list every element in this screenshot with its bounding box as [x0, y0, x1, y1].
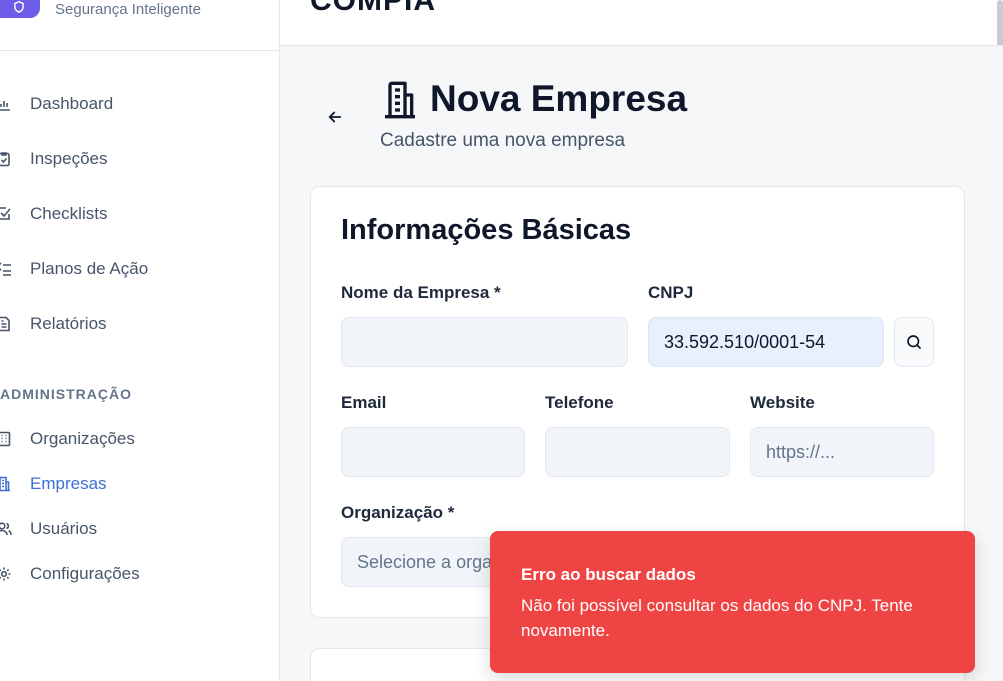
bar-chart-icon — [0, 101, 10, 111]
organization-label: Organização * — [341, 503, 455, 522]
sidebar-item-label: Configurações — [30, 564, 140, 583]
gear-icon — [0, 567, 11, 581]
sidebar-item-checklists[interactable]: Checklists — [0, 199, 279, 229]
section-title: Informações Básicas — [341, 214, 632, 246]
sidebar-item-organizacoes[interactable]: Organizações — [0, 424, 279, 454]
app-title: COMPIA — [310, 0, 436, 17]
back-button[interactable] — [322, 104, 348, 130]
cnpj-input[interactable]: 33.592.510/0001-54 — [648, 317, 884, 367]
brand: Segurança Inteligente — [0, 0, 279, 51]
company-name-input[interactable] — [341, 317, 628, 367]
company-name-label: Nome da Empresa * — [341, 283, 501, 302]
sidebar-item-configuracoes[interactable]: Configurações — [0, 559, 279, 589]
search-icon — [907, 335, 921, 349]
sidebar-item-label: Inspeções — [30, 149, 108, 168]
phone-label: Telefone — [545, 393, 614, 412]
users-icon — [0, 522, 12, 536]
cnpj-label: CNPJ — [648, 283, 694, 302]
sidebar-item-label: Organizações — [30, 429, 135, 448]
sidebar-item-usuarios[interactable]: Usuários — [0, 514, 279, 544]
phone-field[interactable] — [545, 427, 730, 477]
sidebar-item-label: Planos de Ação — [30, 259, 149, 278]
website-label: Website — [750, 393, 815, 412]
email-field[interactable] — [341, 427, 525, 477]
building-2-icon — [0, 476, 10, 492]
cnpj-search-button[interactable] — [894, 317, 934, 367]
toast-message: Não foi possível consultar os dados do C… — [521, 596, 913, 640]
sidebar-item-planos[interactable]: Planos de Ação — [0, 254, 279, 284]
square-check-icon — [0, 207, 11, 220]
page-scrollbar[interactable] — [997, 0, 1003, 45]
sidebar-item-label: Checklists — [30, 204, 108, 223]
toast-title: Erro ao buscar dados — [521, 565, 696, 584]
file-text-icon — [0, 316, 10, 332]
page-subtitle: Cadastre uma nova empresa — [380, 130, 626, 151]
sidebar-item-label: Dashboard — [30, 94, 114, 113]
admin-section-title: ADMINISTRAÇÃO — [0, 386, 132, 402]
sidebar-item-dashboard[interactable]: Dashboard — [0, 89, 279, 119]
sidebar: Segurança Inteligente Dashboard Inspeçõe… — [0, 0, 280, 681]
building-icon — [0, 431, 11, 447]
error-toast[interactable]: Erro ao buscar dados Não foi possível co… — [490, 531, 975, 673]
email-label: Email — [341, 393, 387, 412]
website-field[interactable]: https://... — [750, 427, 934, 477]
shield-logo-icon — [0, 0, 40, 18]
topbar: COMPIA — [280, 0, 1003, 46]
sidebar-item-empresas[interactable]: Empresas — [0, 469, 279, 499]
sidebar-item-inspecoes[interactable]: Inspeções — [0, 144, 279, 174]
arrow-left-icon — [328, 111, 342, 123]
sidebar-item-label: Relatórios — [30, 314, 107, 333]
page-title: Nova Empresa — [430, 78, 688, 119]
sidebar-item-label: Empresas — [30, 474, 107, 493]
clipboard-check-icon — [0, 152, 10, 167]
brand-subtitle: Segurança Inteligente — [55, 1, 201, 18]
list-checks-icon — [0, 262, 11, 276]
sidebar-item-label: Usuários — [30, 519, 98, 538]
building-2-icon — [385, 81, 415, 119]
sidebar-item-relatorios[interactable]: Relatórios — [0, 309, 279, 339]
